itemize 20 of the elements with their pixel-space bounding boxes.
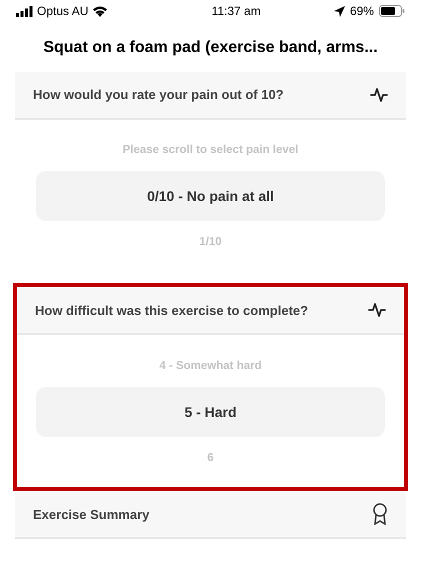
section-heading: Exercise Summary — [33, 506, 150, 524]
activity-icon — [368, 302, 386, 318]
section-heading: How difficult was this exercise to complete? — [35, 302, 308, 320]
location-arrow-icon — [334, 6, 345, 16]
section-header[interactable]: How would you rate your pain out of 10? — [15, 72, 406, 120]
section-header[interactable]: How difficult was this exercise to complete? — [17, 287, 404, 336]
picker-hint: Please scroll to select pain level — [122, 143, 298, 158]
signal-icon — [16, 6, 33, 16]
picker-option[interactable]: 5 - Hard — [36, 387, 385, 438]
section-header[interactable]: Exercise Summary — [15, 491, 406, 540]
battery-icon — [378, 5, 405, 17]
wifi-icon — [92, 5, 108, 17]
activity-icon — [370, 87, 388, 103]
carrier-name: Optus AU — [37, 3, 88, 20]
battery-percent: 69% — [350, 3, 374, 20]
award-ribbon-icon — [372, 503, 388, 526]
picker-option[interactable]: 0/10 - No pain at all — [36, 171, 385, 222]
exercise-title: Squat on a foam pad (exercise band, arms... — [43, 38, 378, 58]
section-heading: How would you rate your pain out of 10? — [33, 86, 284, 104]
clock-time: 11:37 am — [212, 3, 261, 20]
